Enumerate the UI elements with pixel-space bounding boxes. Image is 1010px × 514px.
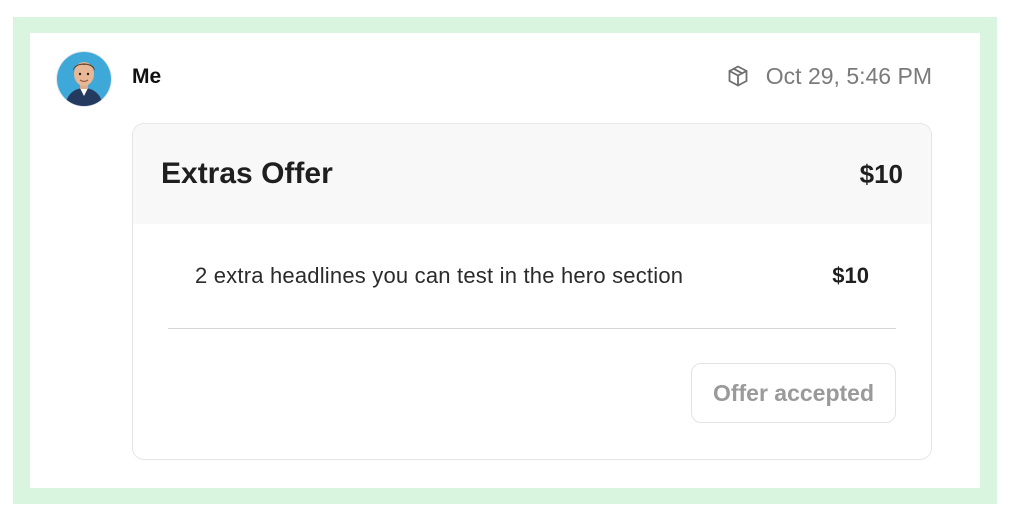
- offer-header: Extras Offer $10: [133, 124, 931, 224]
- line-item-description: 2 extra headlines you can test in the he…: [195, 263, 684, 288]
- message-panel: Me Oct 29, 5:46 PM Extras Offer $10 2 ex…: [30, 33, 980, 488]
- offer-title: Extras Offer: [161, 157, 333, 190]
- offer-accepted-button[interactable]: Offer accepted: [690, 363, 896, 423]
- offer-line-item: 2 extra headlines you can test in the he…: [133, 224, 931, 328]
- avatar[interactable]: [57, 52, 111, 106]
- message-meta: Oct 29, 5:46 PM: [726, 62, 932, 90]
- offer-actions: Offer accepted: [133, 329, 931, 423]
- package-icon: [726, 64, 750, 88]
- sender-name: Me: [132, 65, 162, 88]
- message-timestamp: Oct 29, 5:46 PM: [765, 63, 932, 89]
- line-item-price: $10: [832, 263, 869, 288]
- offer-card: Extras Offer $10 2 extra headlines you c…: [132, 123, 932, 460]
- avatar-photo: [57, 52, 111, 106]
- offer-total-price: $10: [859, 158, 903, 189]
